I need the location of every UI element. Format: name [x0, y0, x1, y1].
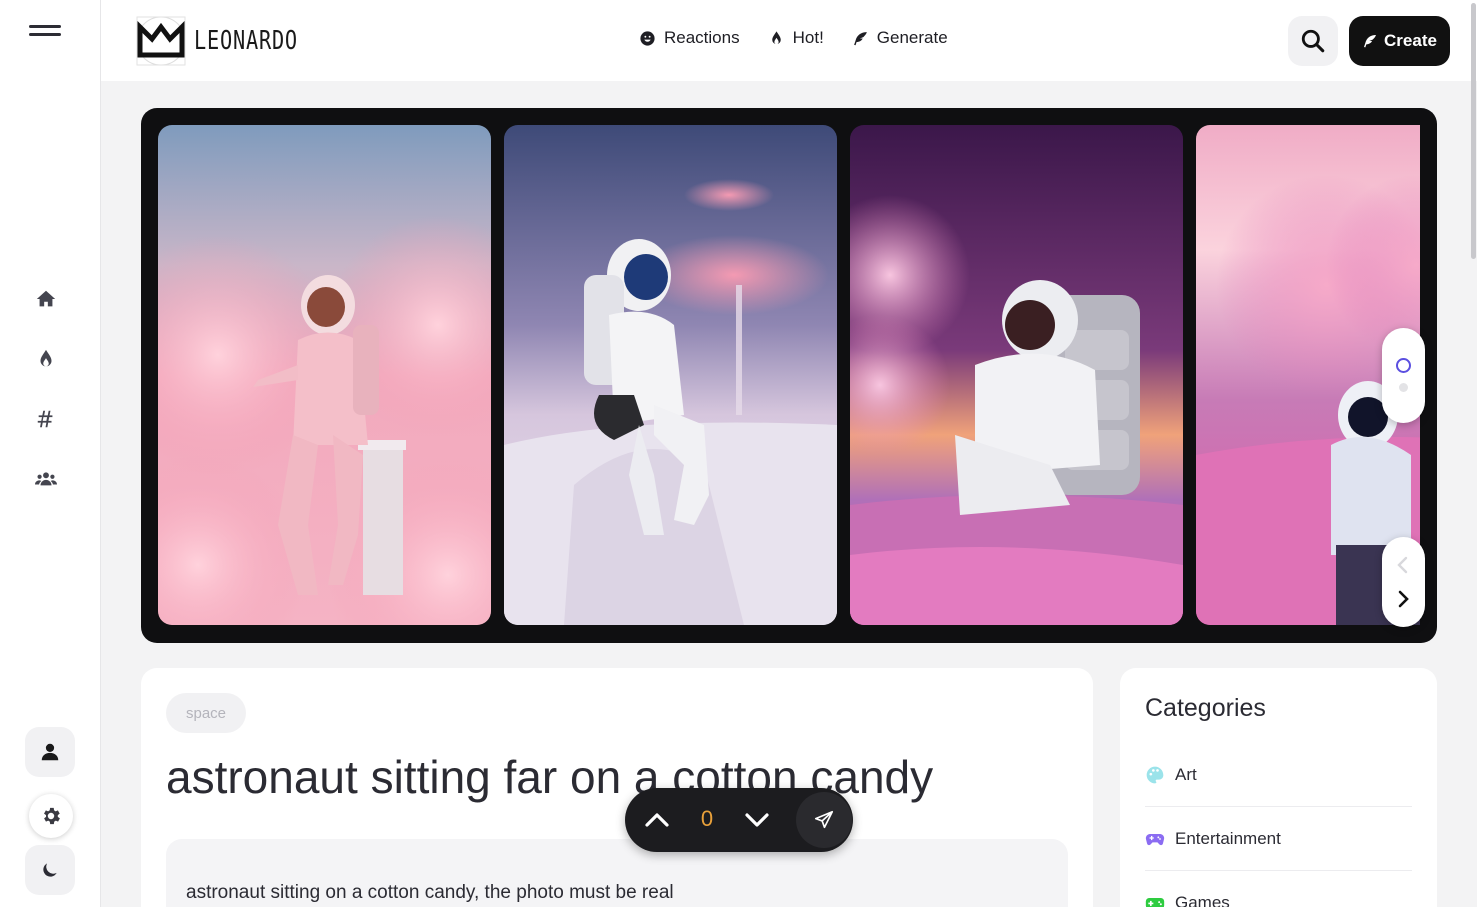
settings-button[interactable]: [29, 794, 73, 838]
gamepad-icon: [1145, 833, 1165, 845]
hashtag-icon[interactable]: [31, 404, 61, 434]
pagination-dot[interactable]: [1399, 383, 1408, 392]
feather-icon: [853, 31, 867, 45]
flame-icon: [771, 30, 781, 44]
share-button[interactable]: [796, 792, 852, 848]
users-icon[interactable]: [31, 464, 61, 494]
post-card: space astronaut sitting far on a cotton …: [141, 668, 1093, 907]
nav-generate-label: Generate: [876, 28, 948, 47]
categories-title: Categories: [1145, 694, 1266, 722]
top-navigation: Reactions Hot! Generate: [639, 28, 948, 48]
chevron-left-icon[interactable]: [1394, 555, 1412, 575]
nav-hot[interactable]: Hot!: [768, 28, 824, 48]
gallery-arrows: [1382, 537, 1425, 627]
category-art[interactable]: Art: [1145, 743, 1412, 807]
user-profile-button[interactable]: [25, 727, 75, 777]
search-button[interactable]: [1288, 16, 1338, 66]
create-button-label: Create: [1384, 31, 1437, 50]
category-art-label: Art: [1175, 764, 1197, 784]
feather-icon: [1364, 35, 1377, 48]
gallery-image[interactable]: [504, 125, 837, 625]
category-games-label: Games: [1175, 893, 1230, 907]
category-entertainment[interactable]: Entertainment: [1145, 807, 1412, 871]
chevron-right-icon[interactable]: [1394, 589, 1412, 609]
flame-icon[interactable]: [31, 344, 61, 374]
create-button[interactable]: Create: [1349, 16, 1450, 66]
scrollbar-thumb[interactable]: [1471, 3, 1476, 259]
game-controller-icon: [1145, 898, 1165, 907]
top-header: LEONARDO Reactions Hot! Generate Create: [101, 0, 1477, 81]
prompt-text: astronaut sitting on a cotton candy, the…: [186, 882, 674, 903]
nav-reactions-label: Reactions: [664, 28, 740, 47]
category-entertainment-label: Entertainment: [1175, 828, 1281, 848]
menu-icon[interactable]: [29, 25, 61, 45]
dark-mode-toggle[interactable]: [25, 845, 75, 895]
page-scrollbar[interactable]: [1470, 0, 1477, 907]
vote-bar: 0: [625, 788, 853, 852]
logo-text: LEONARDO: [194, 26, 298, 56]
gallery-track: [158, 125, 1420, 625]
pagination-dot-active[interactable]: [1396, 358, 1411, 373]
moon-icon: [43, 863, 57, 877]
gallery-pagination: [1382, 328, 1425, 423]
prompt-box: astronaut sitting on a cotton candy, the…: [166, 839, 1068, 907]
logo[interactable]: LEONARDO: [136, 13, 327, 69]
crown-logo-icon: [136, 16, 186, 66]
nav-reactions[interactable]: Reactions: [639, 28, 740, 48]
gear-icon: [44, 807, 60, 825]
gallery-image[interactable]: [850, 125, 1183, 625]
gallery-image[interactable]: [158, 125, 491, 625]
smile-icon: [640, 30, 655, 46]
image-gallery: [141, 108, 1437, 643]
nav-hot-label: Hot!: [792, 28, 824, 47]
home-icon[interactable]: [31, 284, 61, 314]
palette-icon: [1146, 766, 1164, 783]
upvote-icon[interactable]: [643, 808, 671, 832]
tag-chip[interactable]: space: [166, 693, 247, 733]
sidebar: [0, 0, 101, 907]
nav-generate[interactable]: Generate: [852, 28, 948, 48]
send-icon: [814, 810, 834, 829]
categories-card: Categories Art Entertainment Games: [1120, 668, 1437, 907]
user-icon: [41, 743, 59, 761]
vote-count: 0: [700, 806, 714, 831]
category-games[interactable]: Games: [1145, 871, 1412, 907]
downvote-icon[interactable]: [743, 808, 771, 832]
search-icon: [1301, 29, 1325, 53]
